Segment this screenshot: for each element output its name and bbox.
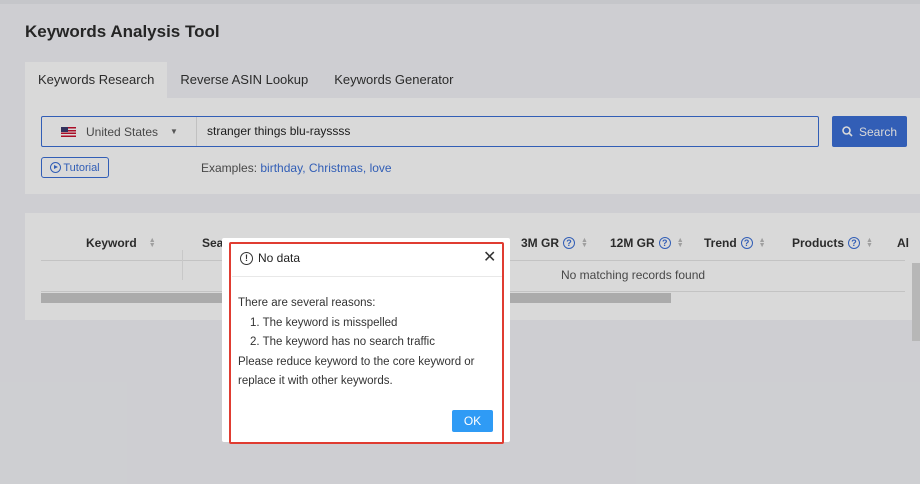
dialog-title-text: No data xyxy=(258,251,301,265)
close-icon[interactable]: ✕ xyxy=(483,247,496,267)
dialog-line: There are several reasons: xyxy=(238,297,376,309)
dialog-message: There are several reasons: 1. The keywor… xyxy=(238,294,475,392)
dialog-line: Please reduce keyword to the core keywor… xyxy=(238,355,475,368)
exclamation-icon: ! xyxy=(240,251,253,265)
dialog-line: 1. The keyword is misspelled xyxy=(250,316,398,329)
dialog-line: replace it with other keywords. xyxy=(238,375,393,387)
dialog-title: ! No data xyxy=(240,251,300,265)
ok-button[interactable]: OK xyxy=(452,410,493,432)
dialog-line: 2. The keyword has no search traffic xyxy=(250,336,435,348)
dialog-divider xyxy=(232,276,502,277)
